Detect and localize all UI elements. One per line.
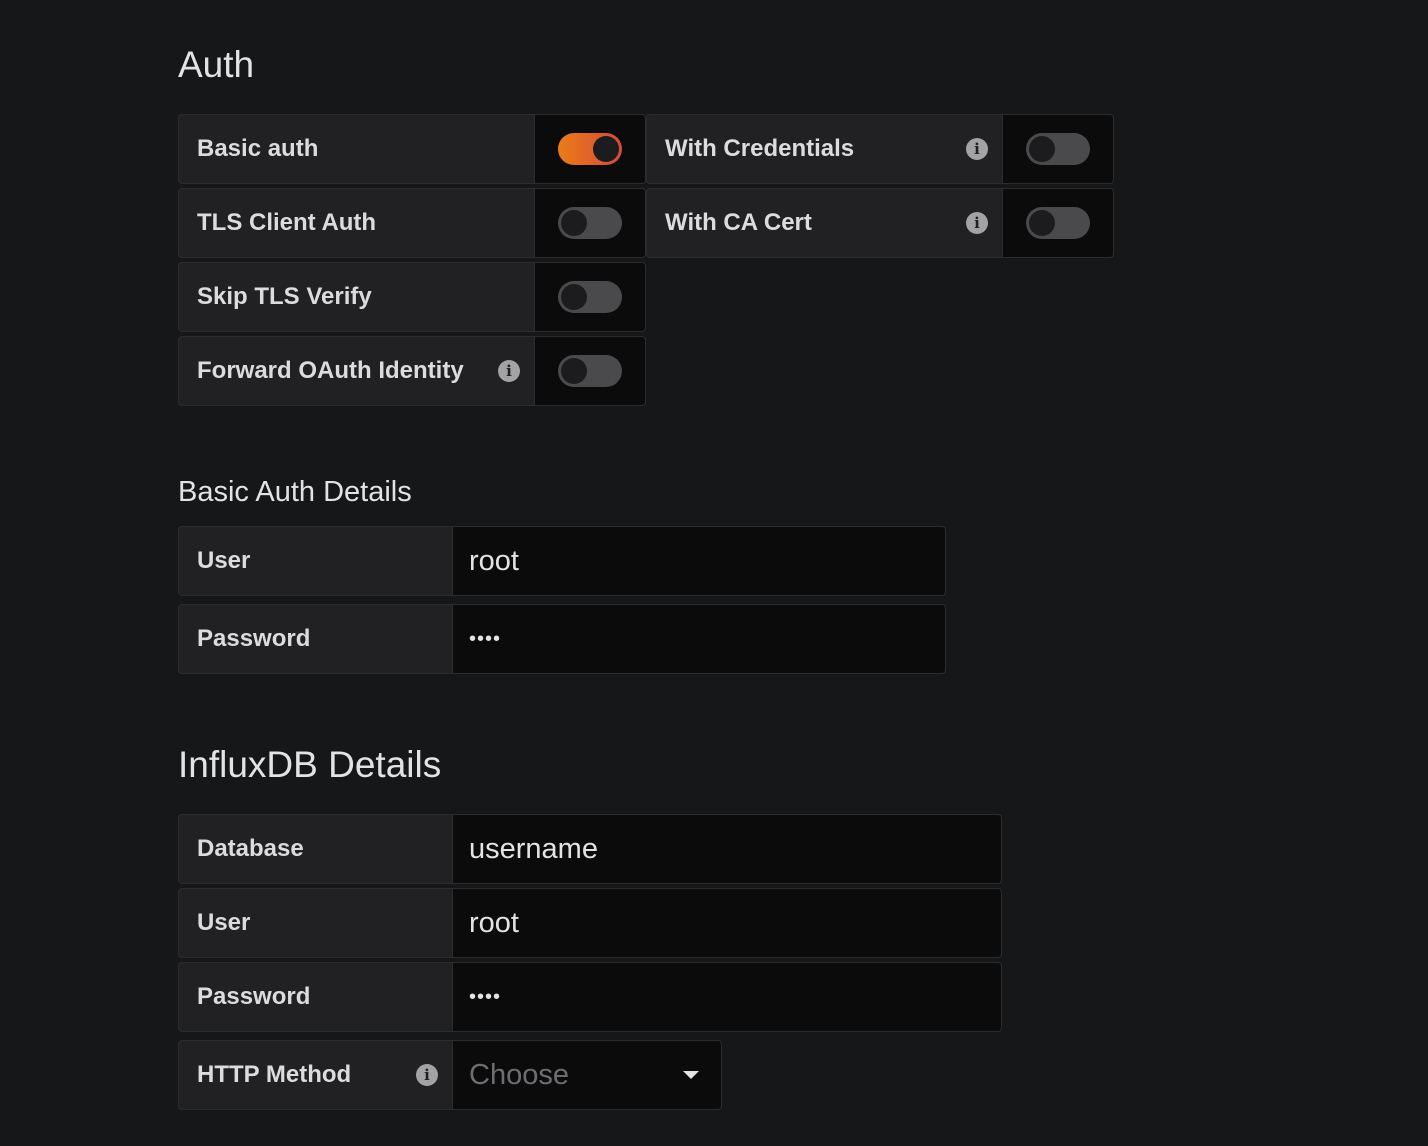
forward-oauth-toggle[interactable]	[534, 336, 646, 406]
tls-client-auth-label-box: TLS Client Auth	[178, 188, 534, 258]
http-method-placeholder: Choose	[469, 1058, 569, 1091]
influx-user-label: User	[178, 888, 452, 958]
tls-client-auth-label: TLS Client Auth	[197, 209, 377, 236]
skip-tls-verify-switch[interactable]	[558, 281, 622, 313]
with-ca-cert-switch[interactable]	[1026, 207, 1090, 239]
http-method-label: HTTP Method	[197, 1061, 352, 1088]
basic-auth-toggle[interactable]	[534, 114, 646, 184]
with-credentials-label: With Credentials	[665, 135, 855, 162]
with-credentials-label-box: With Credentials i	[646, 114, 1002, 184]
info-icon[interactable]: i	[966, 138, 988, 160]
info-icon[interactable]: i	[966, 212, 988, 234]
influxdb-details-heading: InfluxDB Details	[178, 744, 442, 785]
basic-auth-user-label: User	[178, 526, 452, 596]
basic-auth-password-label: Password	[178, 604, 452, 674]
forward-oauth-label: Forward OAuth Identity	[197, 357, 464, 384]
skip-tls-verify-label: Skip TLS Verify	[197, 283, 372, 310]
basic-auth-label: Basic auth	[197, 135, 319, 162]
tls-client-auth-toggle[interactable]	[534, 188, 646, 258]
skip-tls-verify-toggle[interactable]	[534, 262, 646, 332]
database-row: Database username	[178, 814, 1002, 884]
with-credentials-toggle[interactable]	[1002, 114, 1114, 184]
tls-client-auth-switch[interactable]	[558, 207, 622, 239]
basic-auth-label-box: Basic auth	[178, 114, 534, 184]
http-method-select[interactable]: Choose	[452, 1040, 722, 1110]
http-method-label-box: HTTP Method i	[178, 1040, 452, 1110]
with-credentials-row: With Credentials i	[646, 114, 1114, 184]
basic-auth-details-heading: Basic Auth Details	[178, 476, 412, 508]
datasource-settings-page: Auth Basic auth With Credentials i TLS C…	[0, 0, 1428, 1146]
basic-auth-switch[interactable]	[558, 133, 622, 165]
basic-auth-user-row: User root	[178, 526, 946, 596]
skip-tls-verify-row: Skip TLS Verify	[178, 262, 646, 332]
forward-oauth-label-box: Forward OAuth Identity i	[178, 336, 534, 406]
info-icon[interactable]: i	[416, 1064, 438, 1086]
influx-user-row: User root	[178, 888, 1002, 958]
switch-knob	[1029, 136, 1055, 162]
switch-knob	[561, 210, 587, 236]
basic-auth-password-row: Password ••••	[178, 604, 946, 674]
tls-client-auth-row: TLS Client Auth	[178, 188, 646, 258]
forward-oauth-switch[interactable]	[558, 355, 622, 387]
with-ca-cert-label-box: With CA Cert i	[646, 188, 1002, 258]
influx-password-row: Password ••••	[178, 962, 1002, 1032]
influx-password-label: Password	[178, 962, 452, 1032]
with-ca-cert-toggle[interactable]	[1002, 188, 1114, 258]
basic-auth-user-input[interactable]: root	[452, 526, 946, 596]
forward-oauth-row: Forward OAuth Identity i	[178, 336, 646, 406]
skip-tls-verify-label-box: Skip TLS Verify	[178, 262, 534, 332]
auth-heading: Auth	[178, 44, 255, 85]
database-label: Database	[178, 814, 452, 884]
switch-knob	[593, 136, 619, 162]
caret-down-icon	[683, 1071, 699, 1079]
switch-knob	[561, 358, 587, 384]
influx-password-input[interactable]: ••••	[452, 962, 1002, 1032]
influx-user-input[interactable]: root	[452, 888, 1002, 958]
switch-knob	[1029, 210, 1055, 236]
database-input[interactable]: username	[452, 814, 1002, 884]
basic-auth-row: Basic auth	[178, 114, 646, 184]
basic-auth-password-input[interactable]: ••••	[452, 604, 946, 674]
with-ca-cert-label: With CA Cert	[665, 209, 812, 236]
info-icon[interactable]: i	[498, 360, 520, 382]
with-ca-cert-row: With CA Cert i	[646, 188, 1114, 258]
http-method-row: HTTP Method i Choose	[178, 1040, 722, 1110]
switch-knob	[561, 284, 587, 310]
with-credentials-switch[interactable]	[1026, 133, 1090, 165]
